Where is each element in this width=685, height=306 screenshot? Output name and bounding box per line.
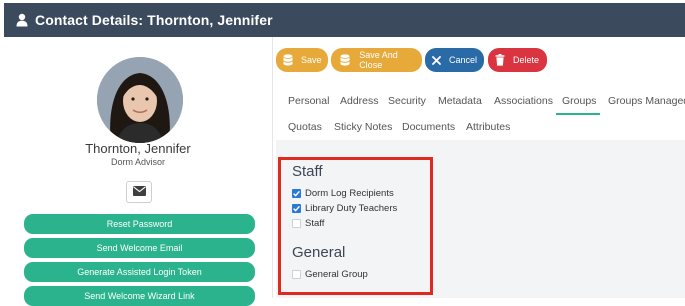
tab-documents[interactable]: Documents <box>402 121 455 133</box>
cancel-button[interactable]: Cancel <box>425 48 484 72</box>
tab-groups[interactable]: Groups <box>562 95 596 107</box>
contact-name: Thornton, Jennifer <box>85 141 191 156</box>
trash-icon <box>495 52 505 68</box>
save-label: Save <box>301 55 322 65</box>
close-icon <box>432 52 441 68</box>
highlight-box <box>278 157 433 295</box>
save-button[interactable]: Save <box>276 48 328 72</box>
tab-security[interactable]: Security <box>388 95 426 107</box>
tab-quotas[interactable]: Quotas <box>288 121 322 133</box>
page-title: Contact Details: Thornton, Jennifer <box>35 12 273 28</box>
save-and-close-button[interactable]: Save And Close <box>331 48 422 72</box>
send-welcome-wizard-link-button[interactable]: Send Welcome Wizard Link <box>24 286 255 306</box>
user-icon <box>16 13 28 27</box>
profile-panel: Thornton, Jennifer Dorm Advisor Reset Pa… <box>4 37 272 306</box>
database-icon <box>338 52 351 68</box>
tab-personal[interactable]: Personal <box>288 95 329 107</box>
window-header: Contact Details: Thornton, Jennifer <box>4 3 685 37</box>
tab-attributes[interactable]: Attributes <box>466 121 510 133</box>
database-icon <box>283 52 293 68</box>
tab-groups-managed[interactable]: Groups Managed <box>608 95 685 107</box>
tab-associations[interactable]: Associations <box>494 95 553 107</box>
tab-metadata[interactable]: Metadata <box>438 95 482 107</box>
save-and-close-label: Save And Close <box>359 50 398 70</box>
tab-address[interactable]: Address <box>340 95 379 107</box>
send-email-button[interactable] <box>126 181 152 203</box>
generate-assisted-login-token-button[interactable]: Generate Assisted Login Token <box>24 262 255 282</box>
contact-role: Dorm Advisor <box>110 157 165 167</box>
delete-button[interactable]: Delete <box>488 48 547 72</box>
active-tab-indicator <box>556 113 600 115</box>
delete-label: Delete <box>513 55 540 65</box>
cancel-label: Cancel <box>449 55 478 65</box>
send-welcome-email-button[interactable]: Send Welcome Email <box>24 238 255 258</box>
envelope-icon <box>132 183 146 201</box>
avatar <box>97 57 183 143</box>
tab-sticky-notes[interactable]: Sticky Notes <box>334 121 392 133</box>
reset-password-button[interactable]: Reset Password <box>24 214 255 234</box>
column-divider <box>272 37 273 298</box>
